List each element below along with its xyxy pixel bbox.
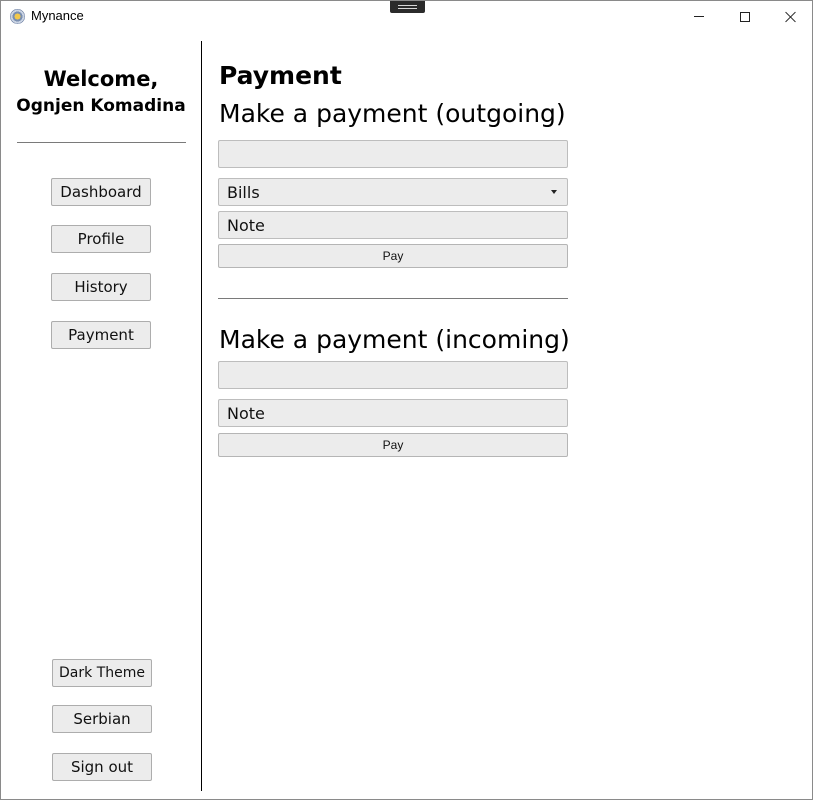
incoming-note-input[interactable]: Note — [218, 399, 568, 427]
maximize-icon — [740, 11, 750, 22]
minimize-icon — [694, 16, 704, 17]
maximize-button[interactable] — [722, 1, 768, 32]
close-icon — [785, 11, 797, 23]
section-divider — [218, 298, 568, 299]
outgoing-pay-button[interactable]: Pay — [218, 244, 568, 268]
sidebar-divider — [17, 142, 186, 143]
profile-button[interactable]: Profile — [51, 225, 151, 253]
incoming-section-title: Make a payment (incoming) — [219, 325, 570, 354]
category-select[interactable]: Bills — [218, 178, 568, 206]
window-title: Mynance — [31, 8, 84, 23]
history-button[interactable]: History — [51, 273, 151, 301]
sign-out-button[interactable]: Sign out — [52, 753, 152, 781]
chevron-down-icon — [551, 190, 557, 194]
sidebar-separator — [201, 41, 202, 791]
incoming-amount-input[interactable] — [218, 361, 568, 389]
drag-handle[interactable] — [390, 1, 425, 13]
outgoing-note-input[interactable]: Note — [218, 211, 568, 239]
category-selected-value: Bills — [227, 182, 260, 202]
language-button[interactable]: Serbian — [52, 705, 152, 733]
outgoing-amount-input[interactable] — [218, 140, 568, 168]
app-window: Mynance Welcome, Ognjen Komadina Dashboa… — [0, 0, 813, 800]
minimize-button[interactable] — [676, 1, 722, 32]
title-bar[interactable]: Mynance — [1, 1, 812, 32]
payment-button[interactable]: Payment — [51, 321, 151, 349]
mynance-logo-icon — [10, 9, 25, 24]
dashboard-button[interactable]: Dashboard — [51, 178, 151, 206]
outgoing-section-title: Make a payment (outgoing) — [219, 99, 566, 128]
welcome-block: Welcome, Ognjen Komadina — [1, 66, 201, 118]
welcome-heading: Welcome, — [43, 67, 159, 91]
dark-theme-button[interactable]: Dark Theme — [52, 659, 152, 687]
close-button[interactable] — [768, 1, 813, 32]
page-title: Payment — [219, 61, 342, 90]
incoming-pay-button[interactable]: Pay — [218, 433, 568, 457]
user-name: Ognjen Komadina — [16, 96, 186, 116]
